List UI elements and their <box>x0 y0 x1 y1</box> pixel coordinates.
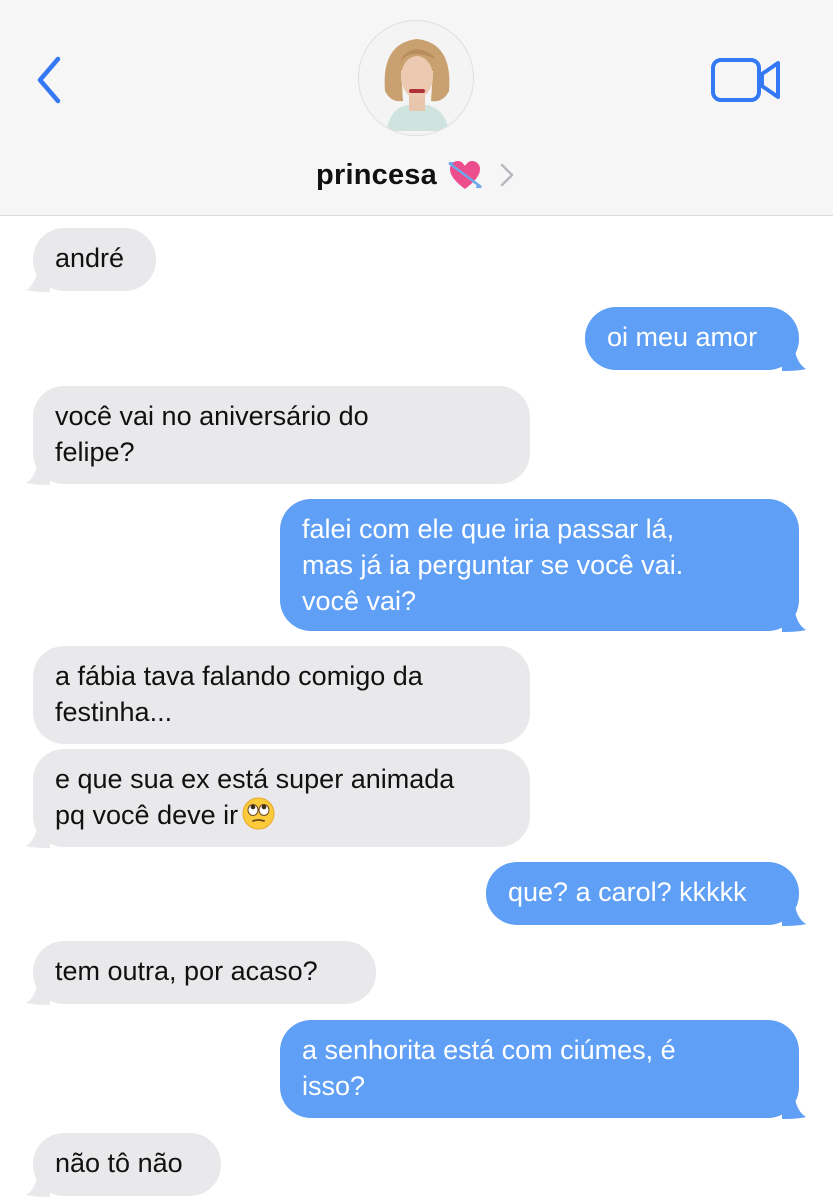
incoming-message[interactable]: e que sua ex está super animada pq você … <box>26 749 530 848</box>
avatar-photo <box>359 21 473 135</box>
bubble-tail <box>782 606 806 632</box>
conversation-header: princesa <box>0 0 833 216</box>
message-text: tem outra, por acaso? <box>55 956 318 986</box>
back-button[interactable] <box>24 50 74 110</box>
message-text-line: você vai? <box>302 586 417 616</box>
incoming-message[interactable]: você vai no aniversário do felipe? <box>26 386 530 485</box>
video-camera-icon <box>711 58 780 102</box>
chevron-left-icon <box>37 56 61 104</box>
video-call-button[interactable] <box>706 50 786 110</box>
bubble-tail <box>26 822 50 848</box>
message-text-line: festinha... <box>55 697 173 727</box>
message-text-line: a senhorita está com ciúmes, é <box>302 1035 676 1065</box>
outgoing-message[interactable]: que? a carol? kkkkk <box>486 862 806 926</box>
message-text-line: e que sua ex está super animada <box>55 764 455 794</box>
contact-avatar[interactable] <box>358 20 474 136</box>
bubble-tail <box>26 459 50 485</box>
outgoing-message[interactable]: falei com ele que iria passar lá, mas já… <box>280 499 806 632</box>
message-text-line: mas já ia perguntar se você vai. <box>302 550 684 580</box>
bubble-tail <box>26 1171 50 1197</box>
contact-name: princesa <box>316 158 437 191</box>
message-text: que? a carol? kkkkk <box>508 877 747 907</box>
message-text: andré <box>55 243 125 273</box>
bubble-tail <box>782 900 806 926</box>
outgoing-message[interactable]: oi meu amor <box>585 307 806 371</box>
heart-with-arrow-icon <box>448 161 482 189</box>
message-text-line: você vai no aniversário do <box>55 401 369 431</box>
bubble-tail <box>782 345 806 371</box>
bubble-tail <box>26 979 50 1005</box>
contact-name-row[interactable]: princesa <box>0 150 833 200</box>
message-text: não tô não <box>55 1148 183 1178</box>
message-text-line: pq você deve ir <box>55 797 508 833</box>
face-with-rolling-eyes-icon <box>242 797 275 830</box>
incoming-message[interactable]: tem outra, por acaso? <box>26 941 376 1005</box>
message-text-line: falei com ele que iria passar lá, <box>302 514 675 544</box>
bubble-tail <box>782 1093 806 1119</box>
message-text: oi meu amor <box>607 322 758 352</box>
incoming-message[interactable]: a fábia tava falando comigo da festinha.… <box>33 646 530 744</box>
message-text-line: a fábia tava falando comigo da <box>55 661 423 691</box>
message-text: pq você deve ir <box>55 800 239 830</box>
chevron-right-icon <box>500 163 514 187</box>
message-text-line: isso? <box>302 1071 366 1101</box>
incoming-message[interactable]: não tô não <box>26 1133 221 1197</box>
incoming-message[interactable]: andré <box>26 228 156 292</box>
bubble-tail <box>26 266 50 292</box>
message-text-line: felipe? <box>55 437 135 467</box>
outgoing-message[interactable]: a senhorita está com ciúmes, é isso? <box>280 1020 806 1119</box>
